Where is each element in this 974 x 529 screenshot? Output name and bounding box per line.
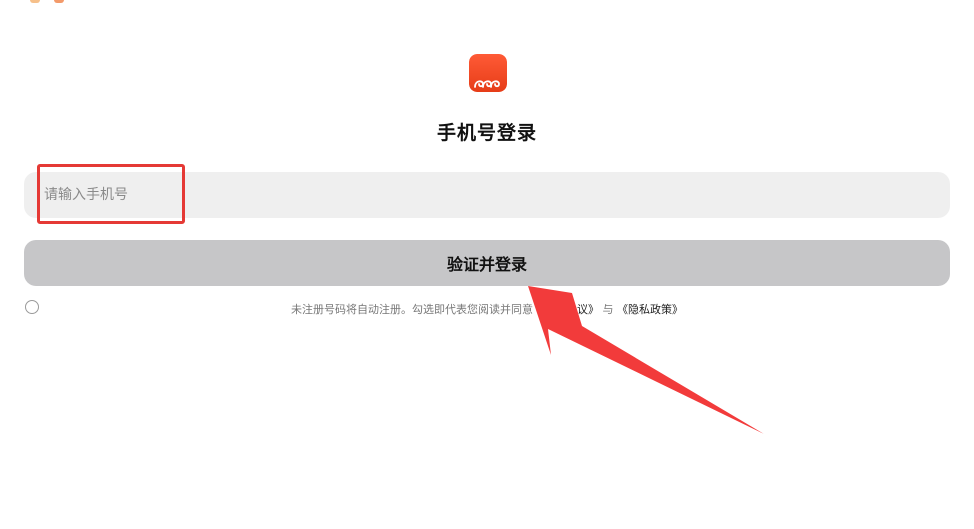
page-title: 手机号登录 [436,122,537,144]
corner-logo [30,0,64,3]
privacy-policy-link[interactable]: 《隐私政策》 [617,303,683,316]
agreement-conjunction: 与 [602,303,614,316]
phone-input[interactable] [44,172,924,218]
phone-field[interactable] [24,172,950,218]
verify-login-button[interactable]: 验证并登录 [24,240,950,286]
app-logo-icon [469,54,507,92]
agreement-prefix: 未注册号码将自动注册。勾选即代表您阅读并同意 [291,303,533,316]
agreement-text: 未注册号码将自动注册。勾选即代表您阅读并同意《用户协议》 与 《隐私政策》 [0,301,974,317]
user-agreement-link[interactable]: 《用户协议》 [533,303,599,316]
